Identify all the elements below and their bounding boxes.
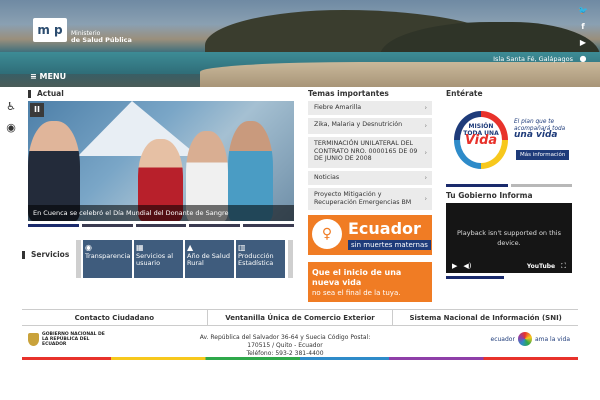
- servicios-title: Servicios: [22, 251, 69, 259]
- eye-icon[interactable]: ◉: [0, 121, 22, 134]
- slider-dot[interactable]: [135, 224, 187, 227]
- mision-vida-banner[interactable]: MISIÓN TODA UNA Vida El plan que te acom…: [446, 101, 572, 179]
- video-player[interactable]: Playback isn't supported on this device.…: [446, 203, 572, 273]
- banner-sin-muertes-maternas[interactable]: ♀ Ecuador sin muertes maternas: [308, 215, 432, 255]
- service-usuario[interactable]: ▦ Servicios al usuario: [134, 240, 183, 278]
- news-slider[interactable]: II En Cuenca se celebró el Día Mundial d…: [28, 101, 294, 221]
- mision-inner: MISIÓN TODA UNA Vida: [460, 117, 502, 163]
- left-tools: ♿ ◉: [0, 100, 22, 142]
- video-controls: ▶ ◀) YouTube ⛶: [446, 259, 572, 273]
- menu-button[interactable]: ≡ MENU: [30, 72, 66, 81]
- fullscreen-icon[interactable]: ⛶: [561, 262, 566, 271]
- grid-icon: ▦: [136, 243, 144, 252]
- graduation-cap-icon: ▲: [187, 243, 194, 252]
- ad2-line2: no sea el final de la tuya.: [312, 289, 401, 297]
- ecuador-ama-la-vida-logo[interactable]: ecuador ama la vida: [491, 332, 570, 346]
- youtube-icon[interactable]: ▶: [578, 38, 588, 47]
- tema-label: Proyecto Mitigación y Recuperación Emerg…: [314, 191, 412, 206]
- ad1-title: Ecuador: [348, 219, 421, 238]
- gobierno-title: Tu Gobierno Informa: [446, 191, 533, 200]
- slider-dots: [28, 224, 294, 227]
- services-prev-button[interactable]: [76, 240, 81, 278]
- enterate-dots: [446, 184, 572, 187]
- slide-caption[interactable]: En Cuenca se celebró el Día Mundial del …: [28, 205, 294, 221]
- footer-link-ventanilla[interactable]: Ventanilla Única de Comercio Exterior: [206, 310, 393, 325]
- slider-dot[interactable]: [510, 184, 572, 187]
- place-caption: Isla Santa Fé, Galápagos: [493, 55, 573, 63]
- service-label: Transparencia: [85, 252, 131, 260]
- color-bar: [22, 357, 578, 360]
- services-next-button[interactable]: [288, 240, 293, 278]
- tema-label: Fiebre Amarilla: [314, 104, 362, 111]
- brand-text: ecuador: [490, 335, 515, 343]
- brand-text-2: ama la vida: [534, 335, 570, 343]
- tent: [78, 101, 198, 156]
- tema-label: Noticias: [314, 174, 340, 181]
- footer-link-contacto[interactable]: Contacto Ciudadano: [22, 310, 207, 325]
- color-ring-icon: [517, 332, 532, 346]
- chevron-right-icon: ›: [424, 104, 427, 112]
- flickr-icon[interactable]: ●: [578, 54, 588, 63]
- facebook-icon[interactable]: f: [578, 22, 588, 31]
- tema-item[interactable]: Noticias ›: [308, 171, 432, 185]
- service-transparencia[interactable]: ◉ Transparencia: [83, 240, 132, 278]
- logo-line2: de Salud Pública: [71, 36, 132, 44]
- address-line1: Av. República del Salvador 36-64 y Sueci…: [199, 334, 371, 341]
- temas-title: Temas importantes: [308, 89, 389, 98]
- tema-item[interactable]: Proyecto Mitigación y Recuperación Emerg…: [308, 188, 432, 210]
- tema-item[interactable]: Zika, Malaria y Desnutrición ›: [308, 118, 432, 134]
- slider-dot[interactable]: [81, 224, 133, 227]
- chevron-right-icon: ›: [424, 148, 427, 156]
- slider-dot[interactable]: [243, 224, 294, 227]
- slider-dot[interactable]: [189, 224, 241, 227]
- pause-button[interactable]: II: [30, 103, 44, 117]
- mision-vida-logo: MISIÓN TODA UNA Vida: [454, 111, 508, 169]
- video-message: Playback isn't supported on this device.: [457, 229, 561, 247]
- accessibility-icon[interactable]: ♿: [0, 100, 22, 113]
- enterate-title: Entérate: [446, 89, 483, 98]
- header-banner: m p Ministerio de Salud Pública Isla San…: [0, 0, 600, 87]
- actual-title: Actual: [28, 90, 64, 98]
- mision-text-2: una vida: [514, 130, 558, 140]
- chevron-right-icon: ›: [424, 195, 427, 203]
- banner-nueva-vida[interactable]: Que el inicio de una nueva vida no sea e…: [308, 262, 432, 302]
- tema-label: TERMINACIÓN UNILATERAL DEL CONTRATO NRO.…: [314, 140, 418, 162]
- mision-text: El plan que te acompañará toda una vida: [514, 119, 572, 140]
- service-estadistica[interactable]: ▥ Producción Estadística: [236, 240, 285, 278]
- footer-links: Contacto Ciudadano Ventanilla Única de C…: [22, 309, 578, 326]
- tema-item[interactable]: Fiebre Amarilla ›: [308, 101, 432, 115]
- coat-of-arms-icon: [28, 333, 39, 346]
- twitter-icon[interactable]: 🐦: [578, 6, 588, 15]
- video-indicator: [446, 276, 504, 279]
- slider-dot[interactable]: [446, 184, 508, 187]
- ad2-line1: Que el inicio de una nueva vida: [312, 268, 402, 287]
- beach: [200, 62, 600, 87]
- service-label: Año de Salud Rural: [187, 252, 230, 267]
- volume-icon[interactable]: ◀): [463, 262, 471, 270]
- youtube-logo[interactable]: YouTube: [527, 263, 555, 270]
- address-line2: 170515 / Quito - Ecuador: [247, 342, 323, 349]
- logo-text: Ministerio de Salud Pública: [71, 30, 132, 44]
- mother-icon: ♀: [312, 219, 342, 249]
- footer-address: Av. República del Salvador 36-64 y Sueci…: [180, 334, 390, 358]
- mas-informacion-button[interactable]: Más información: [516, 150, 570, 160]
- eye-icon: ◉: [85, 243, 92, 252]
- footer-link-sni[interactable]: Sistema Nacional de Información (SNI): [392, 310, 578, 325]
- mision-word: Vida: [464, 133, 498, 148]
- service-salud-rural[interactable]: ▲ Año de Salud Rural: [185, 240, 234, 278]
- slider-dot[interactable]: [28, 224, 79, 227]
- tema-label: Zika, Malaria y Desnutrición: [314, 121, 403, 128]
- service-label: Servicios al usuario: [136, 252, 174, 267]
- service-label: Producción Estadística: [238, 252, 274, 267]
- social-icons: 🐦 f ▶ ●: [578, 6, 588, 63]
- gob-text: GOBIERNO NACIONAL DE LA REPÚBLICA DEL EC…: [42, 332, 105, 347]
- tema-item[interactable]: TERMINACIÓN UNILATERAL DEL CONTRATO NRO.…: [308, 137, 432, 168]
- gobierno-logo[interactable]: GOBIERNO NACIONAL DE LA REPÚBLICA DEL EC…: [28, 332, 108, 347]
- ad1-subtitle: sin muertes maternas: [348, 240, 431, 250]
- chart-icon: ▥: [238, 243, 246, 252]
- chevron-right-icon: ›: [424, 122, 427, 130]
- ministry-logo[interactable]: m p: [33, 18, 67, 42]
- play-icon[interactable]: ▶: [452, 262, 457, 270]
- chevron-right-icon: ›: [424, 174, 427, 182]
